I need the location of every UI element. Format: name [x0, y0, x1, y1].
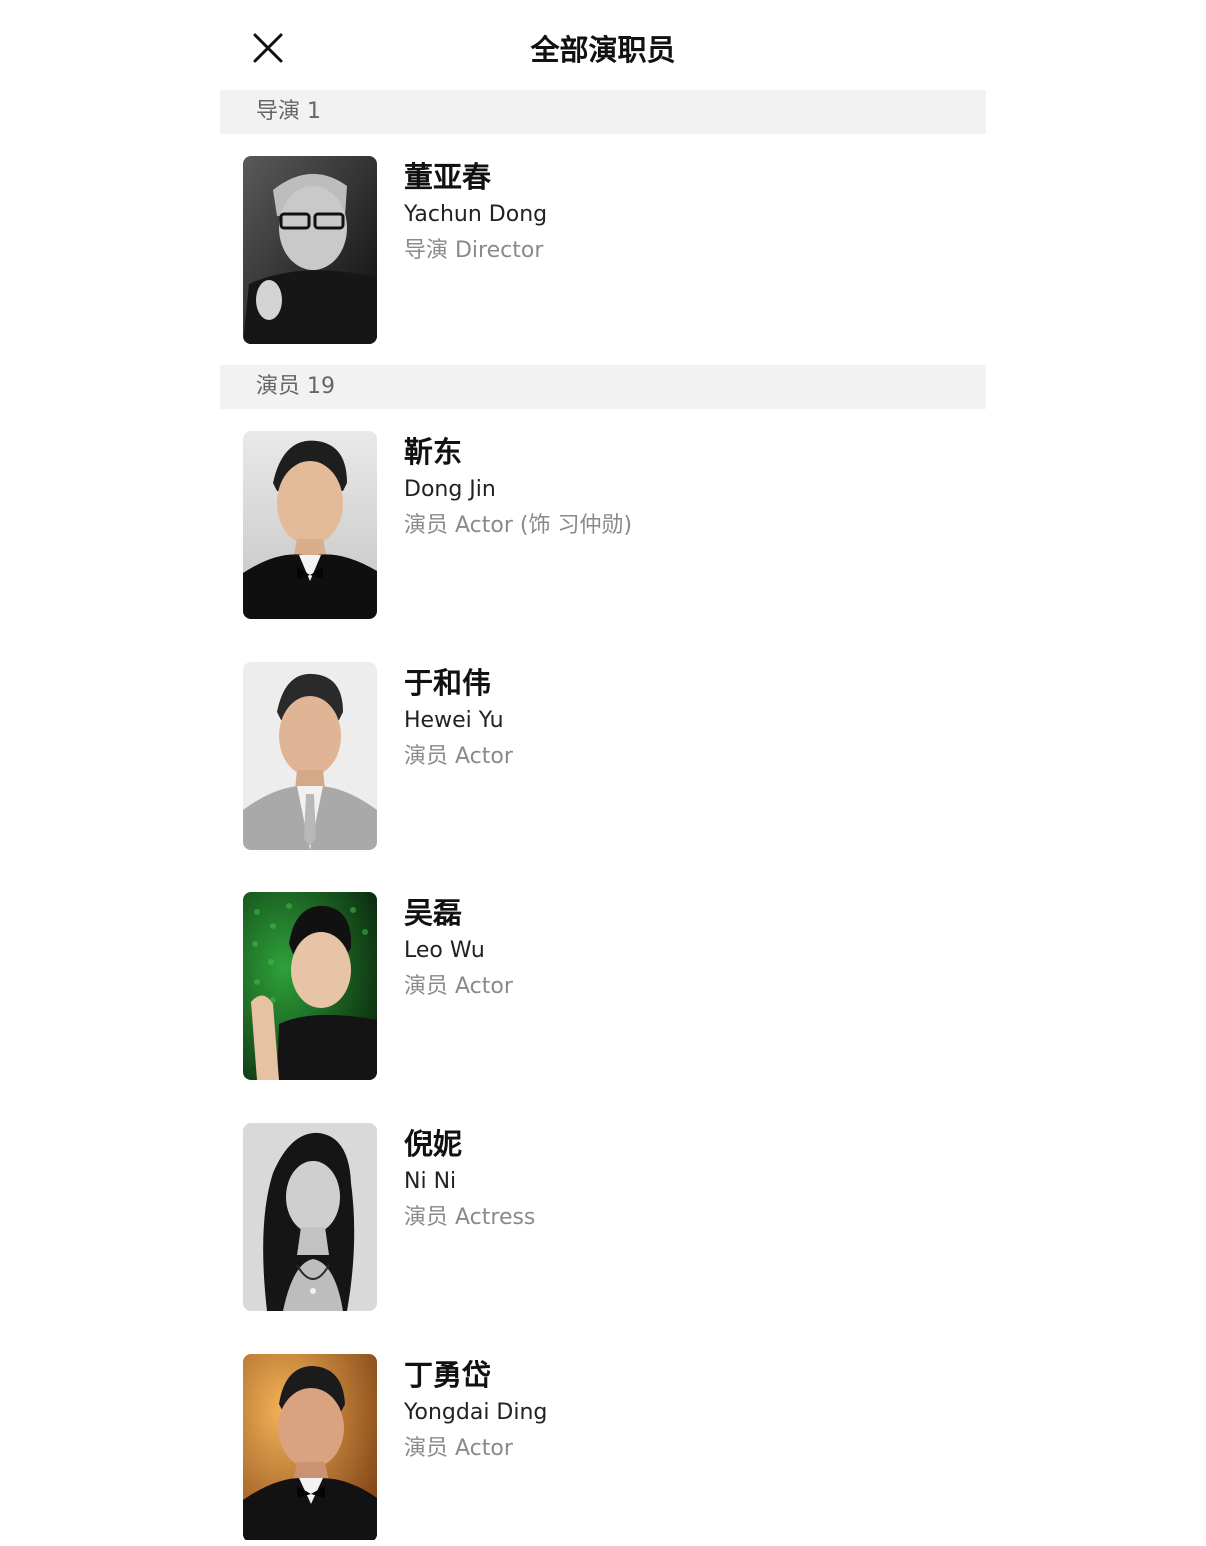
person-photo: [243, 1354, 377, 1542]
section-label: 导演 1: [256, 99, 321, 124]
person-row[interactable]: 于和伟 Hewei Yu 演员 Actor: [220, 662, 986, 852]
person-name-en: Yongdai Ding: [404, 1400, 548, 1425]
person-name-en: Yachun Dong: [404, 202, 548, 227]
person-name-zh: 于和伟: [404, 666, 492, 700]
person-role: 演员 Actor: [404, 744, 513, 769]
person-row[interactable]: 靳东 Dong Jin 演员 Actor (饰 习仲勋): [220, 431, 986, 621]
person-name-zh: 丁勇岱: [404, 1358, 492, 1392]
person-name-zh: 靳东: [404, 435, 463, 469]
header-bar: 全部演职员: [220, 0, 986, 90]
person-name-en: Leo Wu: [404, 938, 485, 963]
person-name-zh: 董亚春: [404, 160, 492, 194]
person-photo: [243, 892, 377, 1080]
person-name-en: Ni Ni: [404, 1169, 457, 1194]
person-name-en: Dong Jin: [404, 477, 496, 502]
section-header-actor: 演员 19: [220, 365, 986, 409]
person-name-en: Hewei Yu: [404, 708, 504, 733]
section-label: 演员 19: [256, 374, 335, 399]
person-photo: [243, 662, 377, 850]
person-role: 演员 Actor (饰 习仲勋): [404, 513, 633, 538]
section-header-director: 导演 1: [220, 90, 986, 134]
person-role: 演员 Actor: [404, 1436, 513, 1461]
cast-crew-panel: 全部演职员 导演 1 董亚春 Yachun Dong 导演 Director 演…: [220, 0, 986, 1546]
person-role: 演员 Actress: [404, 1205, 536, 1230]
person-role: 导演 Director: [404, 238, 544, 263]
person-row[interactable]: 丁勇岱 Yongdai Ding 演员 Actor: [220, 1354, 986, 1544]
person-row[interactable]: 吴磊 Leo Wu 演员 Actor: [220, 892, 986, 1082]
person-photo: [243, 431, 377, 619]
person-photo: [243, 156, 377, 344]
person-photo: [243, 1123, 377, 1311]
person-row[interactable]: 董亚春 Yachun Dong 导演 Director: [220, 156, 986, 346]
person-row[interactable]: 倪妮 Ni Ni 演员 Actress: [220, 1123, 986, 1313]
person-name-zh: 吴磊: [404, 896, 463, 930]
person-name-zh: 倪妮: [404, 1127, 463, 1161]
person-role: 演员 Actor: [404, 974, 513, 999]
page-title: 全部演职员: [530, 33, 676, 67]
